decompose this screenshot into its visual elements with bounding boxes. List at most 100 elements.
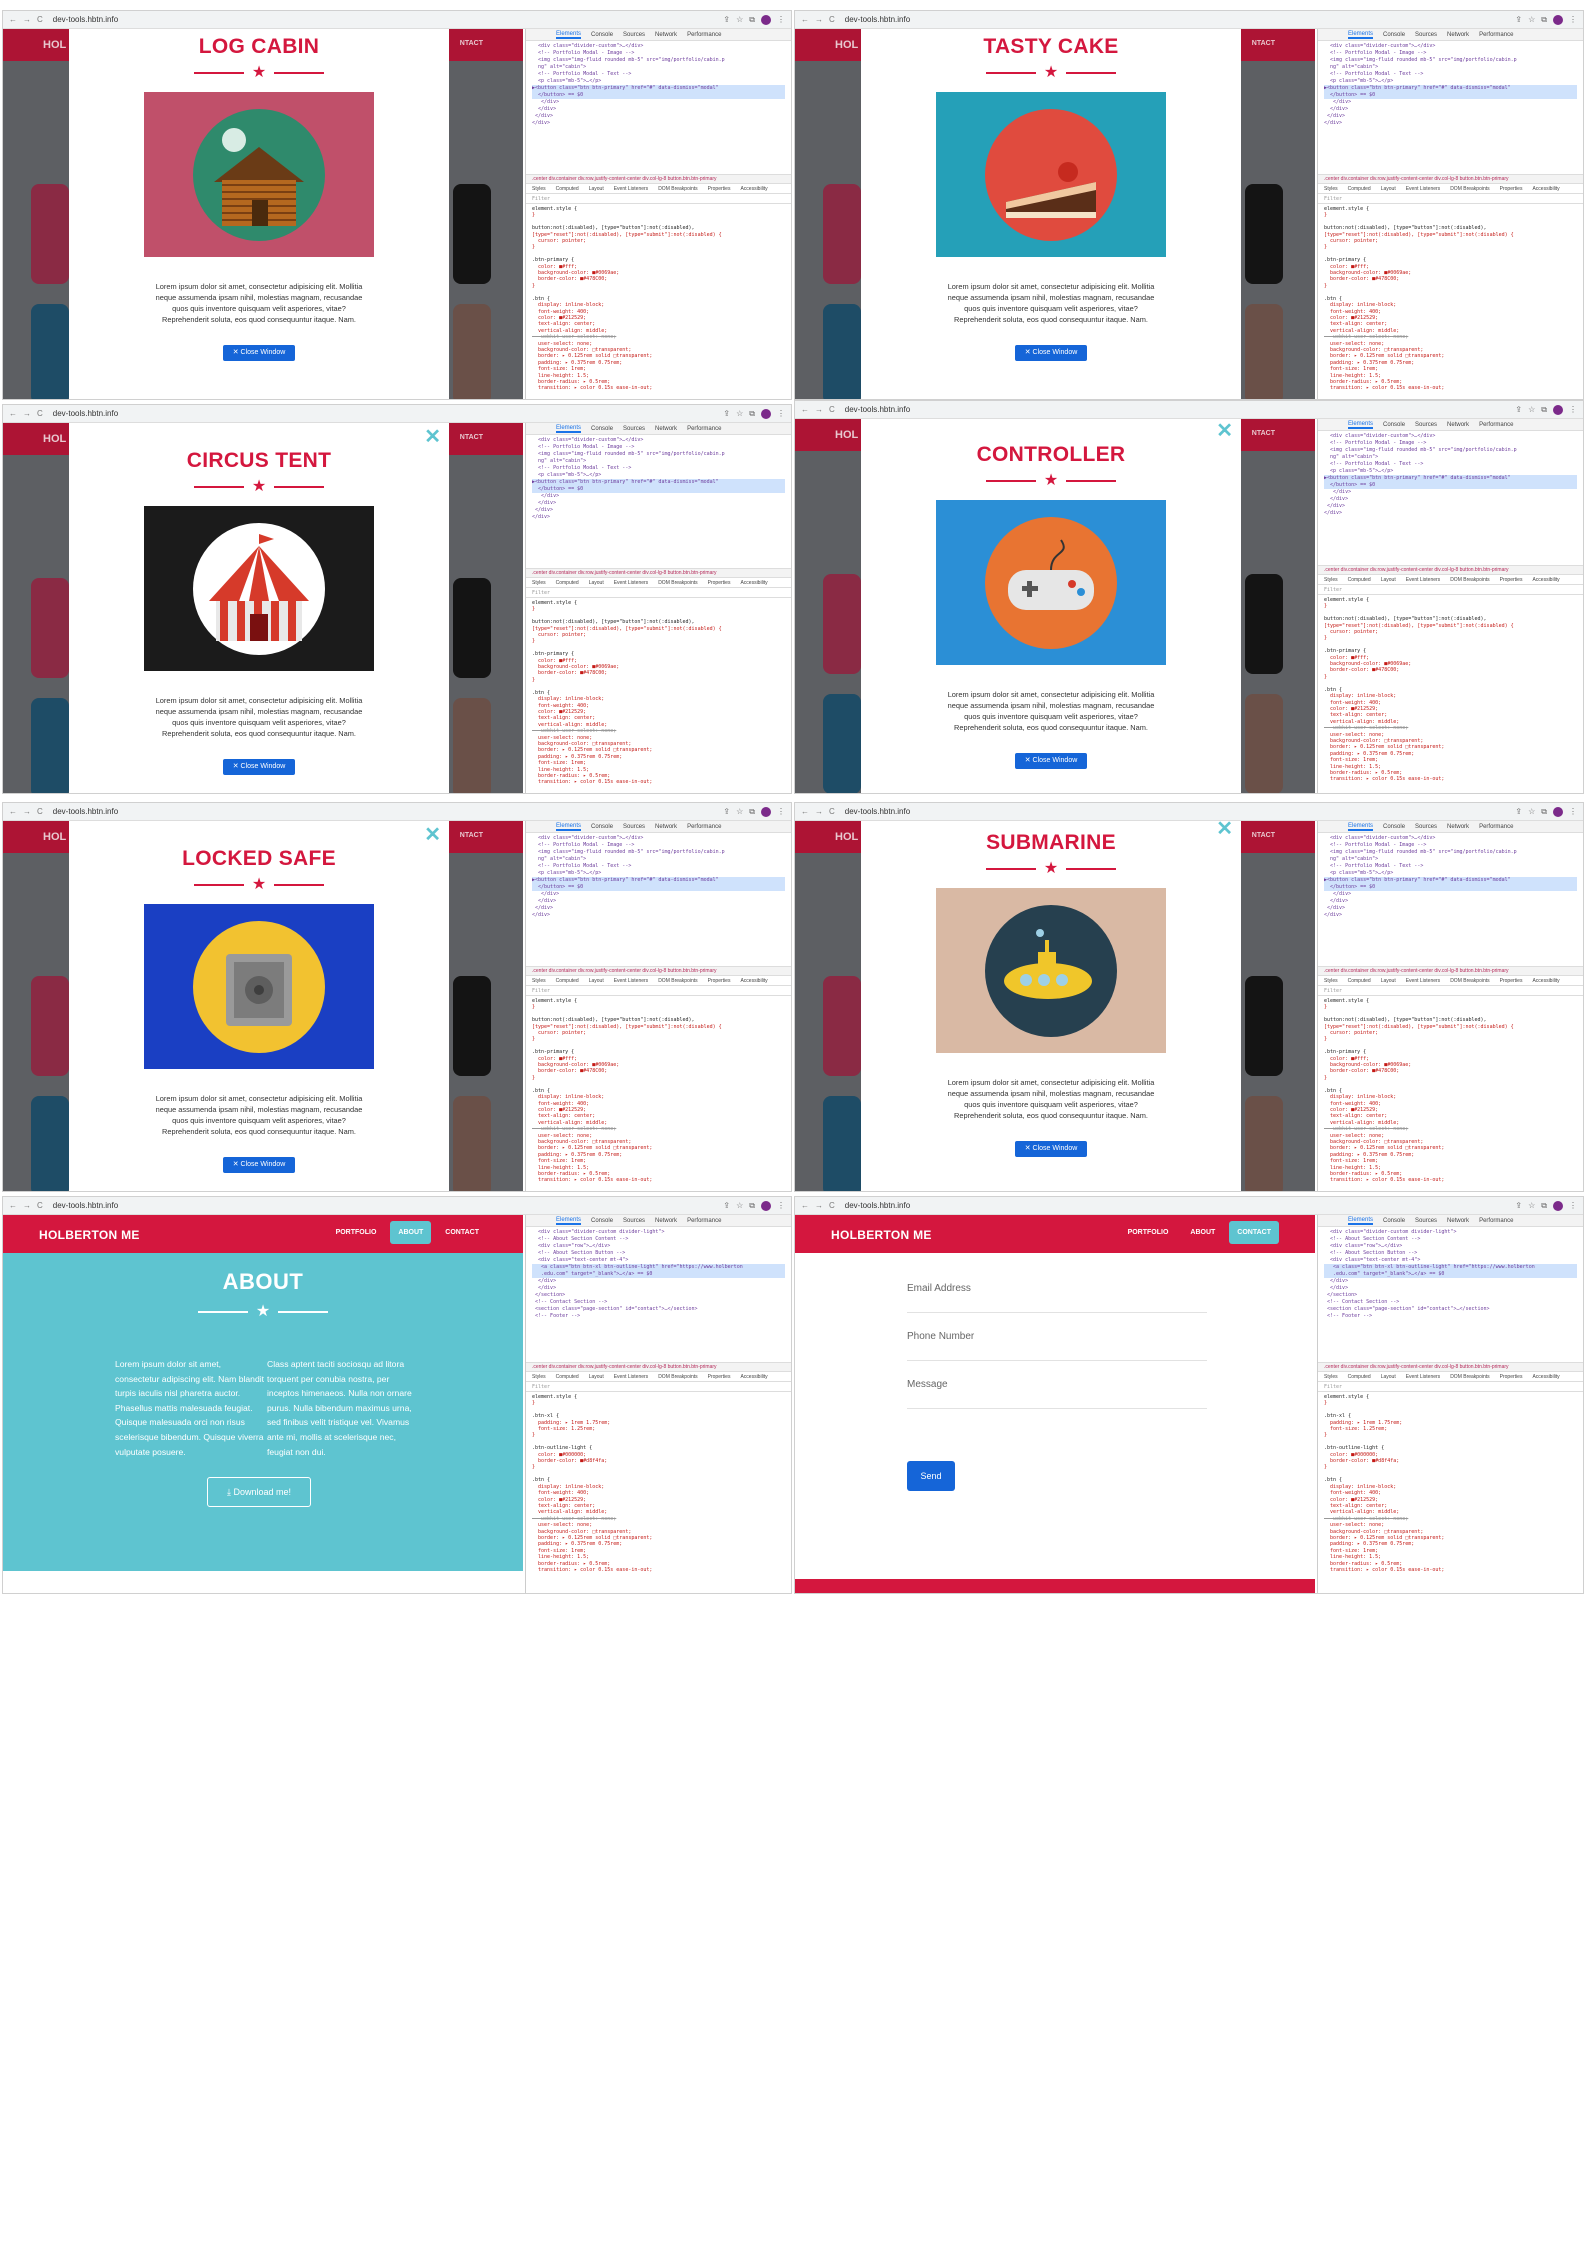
download-button[interactable]: ⤓ Download me!	[207, 1477, 311, 1507]
css-selector[interactable]: .btn {	[1324, 1088, 1342, 1094]
styles-tab[interactable]: Computed	[556, 978, 579, 984]
css-property[interactable]: }	[1324, 1400, 1327, 1406]
dom-node-line[interactable]: <!-- Footer -->	[532, 1313, 580, 1319]
css-selector[interactable]: element.style {	[1324, 1394, 1369, 1400]
css-property[interactable]: border-radius: ▸ 0.5rem;	[532, 773, 610, 779]
css-property[interactable]: border: ▸ 0.125rem solid □transparent;	[1324, 744, 1444, 750]
css-property[interactable]: font-size: 1rem;	[1324, 366, 1378, 372]
css-property[interactable]: vertical-align: middle;	[1324, 1509, 1399, 1515]
css-property[interactable]: font-size: 1rem;	[532, 366, 586, 372]
navbar-brand[interactable]: HOL	[835, 39, 858, 51]
css-property[interactable]: font-size: 1rem;	[1324, 1548, 1378, 1554]
css-property[interactable]: display: inline-block;	[1324, 302, 1396, 308]
css-property[interactable]: color: ■#212529;	[1324, 1497, 1378, 1503]
devtools-tab[interactable]: Performance	[687, 1218, 721, 1224]
devtools-tab[interactable]: Performance	[1479, 422, 1513, 428]
css-property[interactable]: user-select: none;	[532, 1522, 592, 1528]
styles-tab[interactable]: Styles	[532, 978, 546, 984]
menu-icon[interactable]: ⋮	[1569, 1201, 1577, 1211]
styles-tab[interactable]: Accessibility	[1532, 186, 1559, 192]
dom-node-line[interactable]: </div>	[532, 507, 553, 513]
css-property[interactable]: cursor: pointer;	[532, 1030, 586, 1036]
navbar-link-contact[interactable]: NTACT	[460, 434, 483, 441]
styles-tab[interactable]: Accessibility	[740, 580, 767, 586]
dom-node-line[interactable]: <img class="img-fluid rounded mb-5" src=…	[1324, 447, 1517, 453]
dom-node-line[interactable]: <div class="divider-custom divider-light…	[1324, 1229, 1456, 1235]
dom-node-line[interactable]: </div>	[532, 1285, 556, 1291]
dom-node-line[interactable]: <img class="img-fluid rounded mb-5" src=…	[1324, 849, 1517, 855]
profile-avatar[interactable]	[1553, 1200, 1563, 1211]
css-selector[interactable]: .btn {	[1324, 296, 1342, 302]
css-property[interactable]: vertical-align: middle;	[532, 1509, 607, 1515]
devtools-tab[interactable]: Network	[655, 426, 677, 432]
forward-icon[interactable]: →	[23, 409, 31, 418]
styles-tab[interactable]: Properties	[708, 580, 731, 586]
navbar-link-contact[interactable]: NTACT	[460, 832, 483, 839]
styles-tab[interactable]: Layout	[589, 1374, 604, 1380]
css-property[interactable]: -webkit-user-select: none;	[532, 1126, 616, 1132]
menu-icon[interactable]: ⋮	[777, 15, 785, 25]
css-property[interactable]: vertical-align: middle;	[1324, 1120, 1399, 1126]
dom-node-line[interactable]: ▶<button class="btn btn-primary" href="#…	[1324, 877, 1577, 884]
css-property[interactable]: [type="reset"]:not(:disabled), [type="su…	[1324, 1024, 1514, 1030]
devtools-tab[interactable]: Console	[591, 32, 613, 38]
css-property[interactable]: [type="reset"]:not(:disabled), [type="su…	[532, 232, 722, 238]
address-bar[interactable]: dev-tools.hbtn.info	[49, 409, 122, 418]
css-property[interactable]: line-height: 1.5;	[532, 1554, 589, 1560]
devtools-tab[interactable]: Performance	[1479, 32, 1513, 38]
dom-node-line[interactable]: ▶<button class="btn btn-primary" href="#…	[1324, 85, 1577, 92]
devtools-tab[interactable]: Elements	[556, 425, 582, 433]
devtools-tab[interactable]: Network	[1447, 824, 1469, 830]
navbar-link-about[interactable]: ABOUT	[1182, 1221, 1223, 1244]
css-property[interactable]: }	[1324, 1464, 1327, 1470]
bookmark-star-icon[interactable]: ☆	[1528, 15, 1535, 25]
navbar-link-contact[interactable]: CONTACT	[1229, 1221, 1279, 1244]
devtools-tab[interactable]: Elements	[556, 31, 582, 39]
css-selector[interactable]: .btn-primary {	[532, 651, 574, 657]
dom-node-line[interactable]: <div class="divider-custom">…</div>	[1324, 43, 1435, 49]
styles-tab[interactable]: Computed	[556, 186, 579, 192]
devtools-tab[interactable]: Elements	[556, 823, 582, 831]
styles-tab[interactable]: Event Listeners	[1406, 1374, 1440, 1380]
css-property[interactable]: transition: ▸ color 0.15s ease-in-out;	[1324, 1567, 1444, 1573]
css-property[interactable]: }	[532, 677, 535, 683]
css-property[interactable]: user-select: none;	[532, 735, 592, 741]
styles-tab[interactable]: Computed	[556, 580, 579, 586]
dom-breadcrumbs[interactable]: .center div.container div.row.justify-co…	[1318, 1362, 1583, 1372]
dom-node-line[interactable]: </div>	[1324, 503, 1345, 509]
styles-filter-input[interactable]: Filter	[1318, 194, 1583, 204]
dom-node-line[interactable]: </div>	[1324, 905, 1345, 911]
dom-node-line[interactable]: <div class="text-center mt-4">	[532, 1257, 628, 1263]
styles-tab[interactable]: DOM Breakpoints	[1450, 1374, 1489, 1380]
styles-tab[interactable]: Computed	[556, 1374, 579, 1380]
forward-icon[interactable]: →	[23, 15, 31, 24]
css-property[interactable]: transition: ▸ color 0.15s ease-in-out;	[532, 385, 652, 391]
dom-node-line[interactable]: </div>	[532, 912, 550, 918]
css-selector[interactable]: element.style {	[1324, 998, 1369, 1004]
dom-node-line[interactable]: <!-- Portfolio Modal - Image -->	[532, 842, 634, 848]
styles-tab[interactable]: Event Listeners	[614, 1374, 648, 1380]
dom-node-line[interactable]: ▶<button class="btn btn-primary" href="#…	[1324, 475, 1577, 482]
reload-icon[interactable]: C	[37, 1201, 43, 1210]
css-property[interactable]: background-color: □transparent;	[1324, 1139, 1423, 1145]
devtools-tab[interactable]: Sources	[623, 824, 645, 830]
styles-tab[interactable]: Computed	[1348, 978, 1371, 984]
address-bar[interactable]: dev-tools.hbtn.info	[841, 807, 914, 816]
styles-tab[interactable]: Accessibility	[740, 186, 767, 192]
css-property[interactable]: }	[1324, 1004, 1327, 1010]
css-property[interactable]: }	[532, 1036, 535, 1042]
css-property[interactable]: border: ▸ 0.125rem solid □transparent;	[1324, 1535, 1444, 1541]
css-property[interactable]: font-size: 1rem;	[532, 760, 586, 766]
close-window-button[interactable]: ✕ Close Window	[1015, 345, 1087, 361]
devtools-tab[interactable]: Elements	[556, 1217, 582, 1225]
email-field[interactable]: Email Address	[907, 1283, 1207, 1313]
css-property[interactable]: border: ▸ 0.125rem solid □transparent;	[1324, 1145, 1444, 1151]
bookmark-star-icon[interactable]: ☆	[1528, 1201, 1535, 1211]
dom-node-line[interactable]: </button> == $0	[532, 92, 785, 99]
css-property[interactable]: background-color: □transparent;	[532, 741, 631, 747]
styles-filter-input[interactable]: Filter	[1318, 585, 1583, 595]
bookmark-star-icon[interactable]: ☆	[736, 15, 743, 25]
devtools-tab[interactable]: Elements	[1348, 1217, 1374, 1225]
css-property[interactable]: font-size: 1rem;	[1324, 757, 1378, 763]
dom-node-line[interactable]: <!-- Portfolio Modal - Image -->	[1324, 440, 1426, 446]
